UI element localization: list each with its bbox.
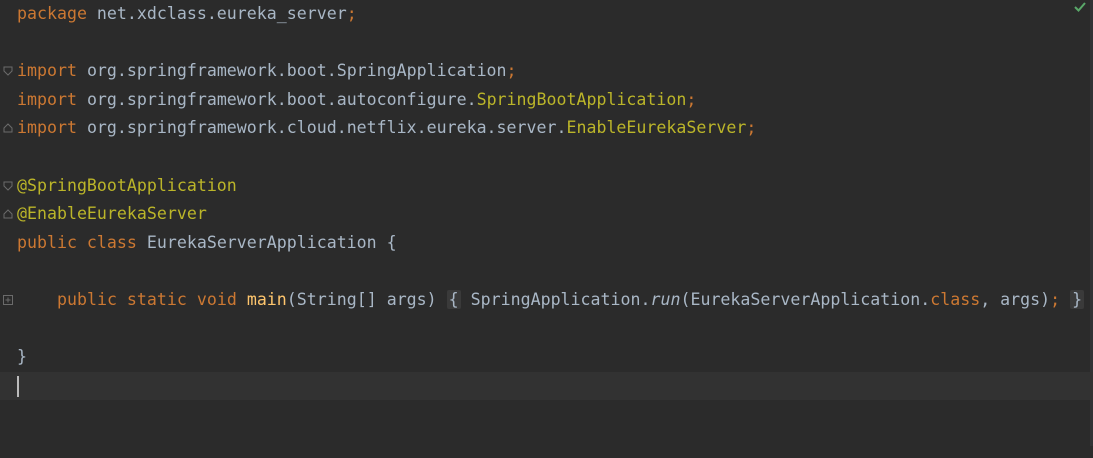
import-path: org.springframework.cloud.netflix.eureka… (76, 118, 567, 138)
code-line-1[interactable]: package net.xdclass.eureka_server; (0, 0, 1093, 29)
code-line-4[interactable]: import org.springframework.boot.autoconf… (0, 86, 1093, 115)
keyword: import (17, 89, 77, 109)
method-params: (String[] args) (286, 290, 437, 309)
import-class: SpringBootApplication (476, 89, 687, 109)
import-path: org.springframework.boot.autoconfigure. (76, 89, 477, 109)
package-name: net.xdclass.eureka_server (86, 4, 347, 23)
call-args: , args) (980, 290, 1051, 309)
semicolon: ; (506, 61, 517, 81)
semicolon: ; (746, 118, 757, 138)
keyword: class (930, 290, 981, 309)
keyword: import (17, 118, 77, 138)
semicolon: ; (346, 4, 357, 23)
semicolon: ; (1050, 290, 1061, 309)
code-line-9[interactable]: public class EurekaServerApplication { (0, 229, 1093, 258)
folded-brace-open[interactable]: { (446, 290, 461, 309)
keyword: import (17, 61, 77, 81)
fold-expand-icon[interactable] (3, 295, 13, 305)
import-class: EnableEurekaServer (566, 118, 747, 138)
semicolon: ; (686, 89, 697, 109)
current-line[interactable] (0, 371, 1093, 401)
code-line-3[interactable]: import org.springframework.boot.SpringAp… (0, 57, 1093, 86)
closing-brace: } (17, 347, 27, 367)
code-line-8[interactable]: @EnableEurekaServer (0, 200, 1093, 229)
code-line-5[interactable]: import org.springframework.cloud.netflix… (0, 114, 1093, 143)
keyword: public static void (57, 290, 237, 309)
code-line-11[interactable]: public static void main(String[] args) {… (0, 286, 1093, 315)
fold-end-icon[interactable] (3, 209, 13, 219)
call-target: SpringApplication. (460, 290, 651, 309)
keyword: package (17, 4, 87, 23)
code-line-13[interactable]: } (0, 343, 1093, 372)
import-path: org.springframework.boot.SpringApplicati… (76, 61, 507, 81)
folded-brace-close[interactable]: } (1070, 290, 1085, 309)
annotation: @SpringBootApplication (17, 175, 237, 195)
fold-end-icon[interactable] (3, 123, 13, 133)
class-declaration: EurekaServerApplication { (136, 232, 397, 252)
code-line-7[interactable]: @SpringBootApplication (0, 172, 1093, 201)
call-args: (EurekaServerApplication. (680, 290, 931, 309)
text-caret (17, 375, 19, 397)
method-name: main (246, 290, 287, 309)
code-editor[interactable]: package net.xdclass.eureka_server; impor… (0, 0, 1093, 446)
call-method: run (650, 290, 681, 309)
annotation: @EnableEurekaServer (17, 204, 207, 224)
fold-start-icon[interactable] (3, 181, 13, 191)
keyword: public class (17, 232, 137, 252)
fold-start-icon[interactable] (3, 66, 13, 76)
